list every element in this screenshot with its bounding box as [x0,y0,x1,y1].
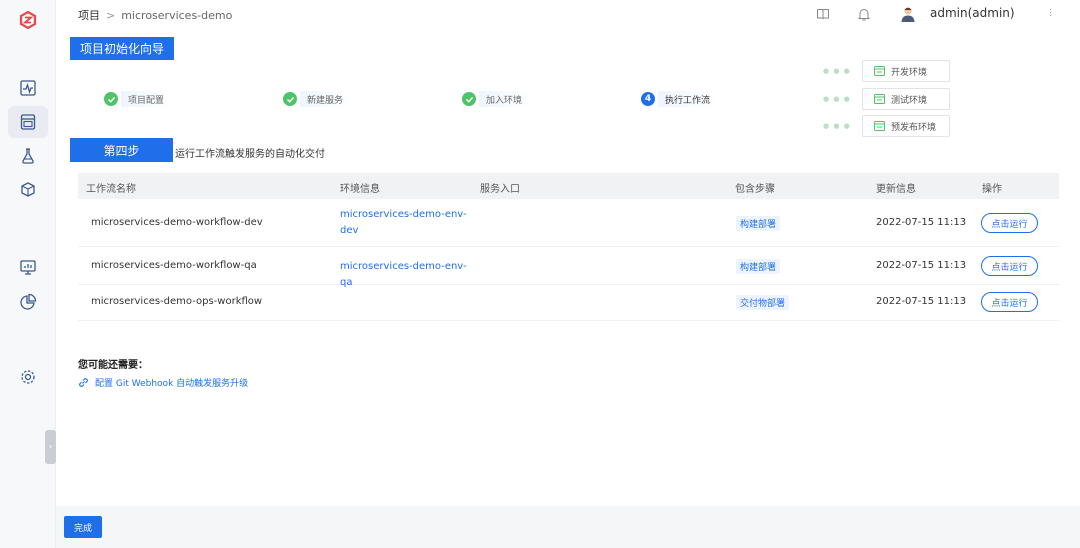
env-box-dev: 开发环境 [862,60,950,82]
wizard-step-label: 加入环境 [479,91,531,107]
wizard-title: 项目初始化向导 [70,37,174,60]
workflow-name: microservices-demo-workflow-dev [91,217,263,228]
monitor-icon[interactable] [8,251,48,283]
test-icon[interactable] [8,140,48,172]
workflow-name: microservices-demo-workflow-qa [91,260,257,271]
steps-tag: 构建部署 [736,216,781,231]
topbar: 项目 > microservices-demo admin(admin) · · · [56,0,1080,28]
col-header-action: 操作 [982,184,1002,195]
settings-icon[interactable] [8,361,48,393]
sidebar: › [0,0,56,548]
updated-time: 2022-07-15 11:13 [876,217,967,228]
breadcrumb: 项目 > microservices-demo [78,7,232,23]
col-header-entry: 服务入口 [480,184,520,195]
updated-time: 2022-07-15 11:13 [876,260,967,271]
breadcrumb-separator: > [106,9,116,22]
main-content: 项目初始化向导 项目配置 新建服务 加入环境 4 执行工作流 ● ● ● 开发环… [56,28,1080,506]
wizard-step-3: 加入环境 [462,91,531,107]
webhook-config-link-label: 配置 Git Webhook 自动触发服务升级 [95,379,249,389]
done-button[interactable]: 完成 [64,516,102,538]
more-vertical-icon[interactable]: · · · [1049,6,1052,22]
col-header-env: 环境信息 [340,184,380,195]
workflow-name: microservices-demo-ops-workflow [91,296,263,307]
environment-icon [874,121,885,131]
wizard-step-label: 新建服务 [300,91,352,107]
breadcrumb-root[interactable]: 项目 [78,9,100,22]
step-number-badge: 4 [641,92,655,106]
connector-dots: ● ● ● [823,67,851,75]
wizard-step-2: 新建服务 [283,91,352,107]
wizard-step-label: 项目配置 [121,91,173,107]
env-box-qa: 测试环境 [862,88,950,110]
artifact-icon[interactable] [8,174,48,206]
wizard-step-1: 项目配置 [104,91,173,107]
wizard-step-label: 执行工作流 [658,91,719,107]
current-step-description: 运行工作流触发服务的自动化交付 [175,149,325,160]
steps-tag: 构建部署 [736,259,781,274]
table-row: microservices-demo-workflow-dev microser… [78,199,1059,247]
bell-icon[interactable] [857,6,871,25]
run-workflow-button[interactable]: 点击运行 [981,256,1038,276]
check-circle-icon [462,92,476,106]
current-step-badge: 第四步 [70,138,173,162]
breadcrumb-current: microservices-demo [121,9,233,22]
wizard-step-4: 4 执行工作流 [641,91,719,107]
col-header-name: 工作流名称 [86,184,136,195]
avatar[interactable] [900,5,916,26]
link-icon [78,377,89,388]
table-header: 工作流名称 环境信息 服务入口 包含步骤 更新信息 操作 [78,173,1059,199]
sidebar-collapse-handle[interactable]: › [45,430,56,464]
check-circle-icon [283,92,297,106]
footer: 完成 [56,506,1080,548]
webhook-config-link[interactable]: 配置 Git Webhook 自动触发服务升级 [78,376,248,389]
connector-dots: ● ● ● [823,122,851,130]
more-section-title: 您可能还需要： [78,360,148,371]
run-workflow-button[interactable]: 点击运行 [981,292,1038,312]
env-link[interactable]: microservices-demo-env-dev [340,207,468,239]
environment-icon [874,94,885,104]
check-circle-icon [104,92,118,106]
env-label: 预发布环境 [891,122,937,133]
run-workflow-button[interactable]: 点击运行 [981,213,1038,233]
logo-icon[interactable] [8,4,48,36]
project-icon[interactable] [8,106,48,138]
table-row: microservices-demo-ops-workflow 交付物部署 20… [78,285,1059,321]
workflow-table: 工作流名称 环境信息 服务入口 包含步骤 更新信息 操作 microservic… [78,173,1059,321]
book-icon[interactable] [816,6,830,25]
col-header-updated: 更新信息 [876,184,916,195]
updated-time: 2022-07-15 11:13 [876,296,967,307]
connector-dots: ● ● ● [823,95,851,103]
pie-chart-icon[interactable] [8,286,48,318]
activity-icon[interactable] [8,72,48,104]
env-label: 测试环境 [891,95,928,106]
env-label: 开发环境 [891,67,928,78]
environment-icon [874,66,885,76]
user-name[interactable]: admin(admin) [930,6,1015,20]
col-header-steps: 包含步骤 [735,184,775,195]
table-row: microservices-demo-workflow-qa microserv… [78,247,1059,288]
steps-tag: 交付物部署 [736,295,790,310]
env-box-staging: 预发布环境 [862,115,950,137]
